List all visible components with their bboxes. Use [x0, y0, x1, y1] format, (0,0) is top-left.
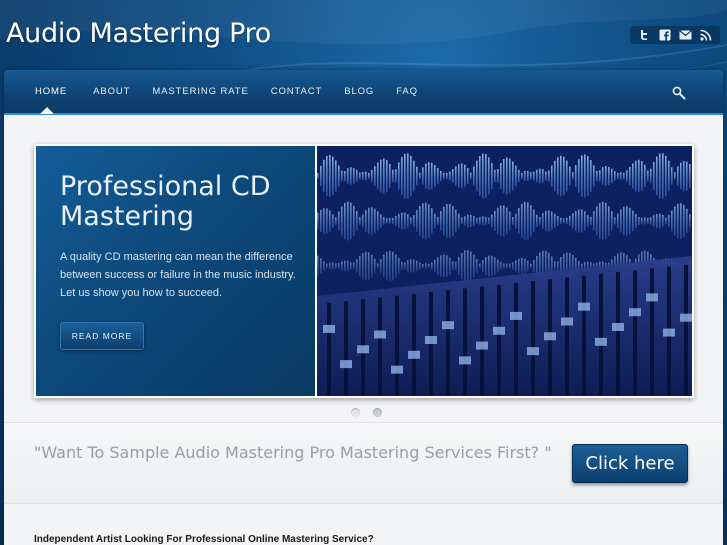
nav-item-mastering-rate[interactable]: MASTERING RATE — [141, 70, 259, 113]
facebook-icon[interactable] — [658, 29, 671, 42]
active-nav-pointer — [40, 107, 54, 114]
slider-dots — [351, 408, 382, 417]
nav-item-about[interactable]: ABOUT — [82, 70, 141, 113]
section-heading: Independent Artist Looking For Professio… — [34, 534, 374, 545]
featured-slider: Professional CD Mastering A quality CD m… — [34, 144, 694, 398]
slider-dot-2[interactable] — [373, 408, 382, 417]
slider-dot-1[interactable] — [351, 408, 360, 417]
nav-item-blog[interactable]: BLOG — [333, 70, 385, 113]
rss-icon[interactable] — [699, 29, 712, 42]
nav-menu: HOME ABOUT MASTERING RATE CONTACT BLOG F… — [24, 70, 429, 113]
click-here-button[interactable]: Click here — [572, 444, 688, 483]
slide-caption-panel: Professional CD Mastering A quality CD m… — [36, 146, 315, 396]
waveform-mixing-console-image — [317, 146, 692, 396]
read-more-button[interactable]: READ MORE — [60, 322, 144, 350]
slide-description: A quality CD mastering can mean the diff… — [60, 251, 296, 299]
search-icon[interactable] — [672, 86, 686, 100]
cta-text: "Want To Sample Audio Mastering Pro Mast… — [34, 443, 552, 462]
main-container: HOME ABOUT MASTERING RATE CONTACT BLOG F… — [4, 70, 723, 545]
nav-item-contact[interactable]: CONTACT — [260, 70, 334, 113]
social-links — [630, 26, 720, 44]
cta-band: "Want To Sample Audio Mastering Pro Mast… — [4, 422, 723, 504]
email-icon[interactable] — [678, 29, 692, 42]
slide-title: Professional CD Mastering — [60, 171, 271, 232]
site-title[interactable]: Audio Mastering Pro — [6, 18, 271, 49]
twitter-icon[interactable] — [638, 29, 651, 42]
main-nav: HOME ABOUT MASTERING RATE CONTACT BLOG F… — [4, 70, 723, 115]
nav-item-faq[interactable]: FAQ — [385, 70, 429, 113]
